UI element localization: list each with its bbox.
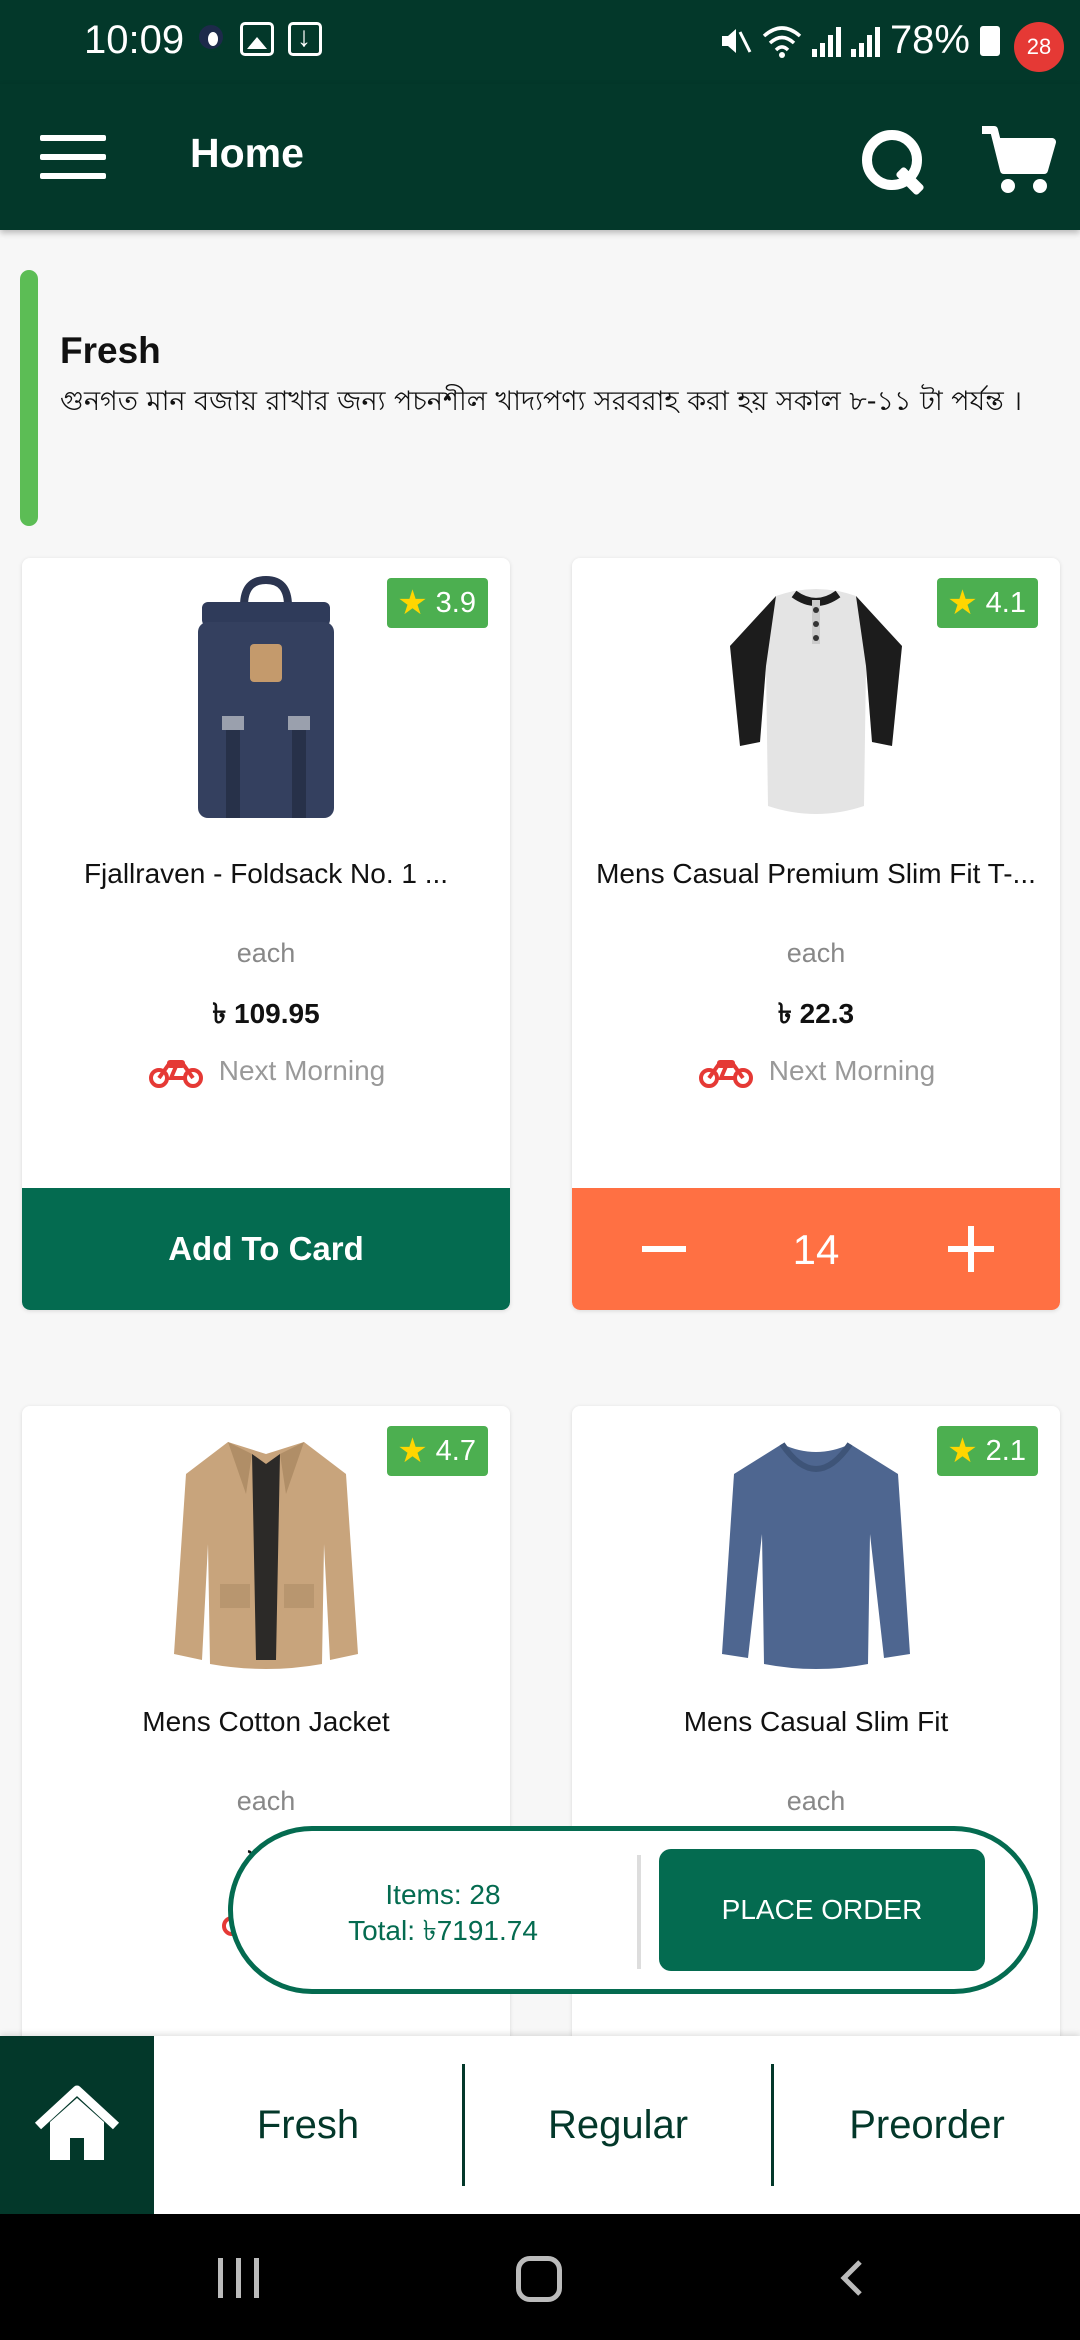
home-tab[interactable]	[0, 2036, 154, 2214]
notification-dot-icon	[196, 22, 226, 52]
order-summary-bar: Items: 28 Total: ৳7191.74 PLACE ORDER	[228, 1826, 1038, 1994]
product-name: Mens Casual Slim Fit	[683, 1706, 949, 1737]
motorcycle-icon	[698, 1060, 753, 1088]
rating-value: 2.1	[985, 1434, 1026, 1467]
status-notification-icons	[196, 21, 322, 56]
tab-preorder[interactable]: Preorder	[774, 2036, 1080, 2214]
star-icon: ★	[947, 584, 978, 622]
product-unit: each	[236, 938, 296, 968]
star-icon: ★	[397, 1432, 428, 1470]
product-card[interactable]: ★ 4.1 Mens Casual Premium Slim Fit T-...…	[572, 558, 1060, 1310]
category-description: গুনগত মান বজায় রাখার জন্য পচনশীল খাদ্যপ…	[60, 386, 1023, 417]
rating-badge: ★ 4.7	[387, 1426, 488, 1476]
star-icon: ★	[397, 584, 428, 622]
status-system-icons: 78%	[718, 18, 1000, 63]
cart-count-badge: 28	[1014, 22, 1064, 72]
system-nav-bar	[0, 2214, 1080, 2340]
system-home-icon[interactable]	[516, 2256, 562, 2302]
rating-value: 3.9	[435, 586, 476, 619]
place-order-button[interactable]: PLACE ORDER	[659, 1849, 985, 1971]
app-bar: Home	[0, 84, 1080, 230]
tab-fresh[interactable]: Fresh	[154, 2036, 462, 2214]
back-icon[interactable]	[836, 2258, 866, 2298]
category-accent-bar	[20, 270, 38, 526]
page-title: Home	[190, 130, 304, 176]
quantity-stepper: 14	[572, 1188, 1060, 1310]
divider	[637, 1855, 641, 1969]
delivery-info: Next Morning	[572, 1054, 1060, 1088]
increase-quantity-button[interactable]	[948, 1226, 994, 1272]
bottom-nav: Fresh Regular Preorder	[0, 2036, 1080, 2214]
status-time: 10:09	[84, 18, 185, 62]
category-header: Fresh গুনগত মান বজায় রাখার জন্য পচনশীল …	[20, 270, 1060, 526]
rating-badge: ★ 3.9	[387, 578, 488, 628]
star-icon: ★	[947, 1432, 978, 1470]
order-items: Items: 28	[385, 1879, 501, 1910]
add-to-cart-button[interactable]: Add To Card	[22, 1188, 510, 1310]
product-price: ৳ 22.3	[777, 998, 855, 1029]
motorcycle-icon	[148, 1060, 203, 1088]
delivery-info: Next Morning	[22, 1054, 510, 1088]
status-bar: 10:09 78%	[0, 0, 1080, 84]
rating-value: 4.7	[435, 1434, 476, 1467]
delivery-label: Next Morning	[218, 1055, 386, 1086]
product-name: Fjallraven - Foldsack No. 1 ...	[83, 858, 449, 889]
order-total: Total: ৳7191.74	[348, 1915, 538, 1946]
signal-icon	[850, 25, 880, 57]
product-unit: each	[236, 1786, 296, 1816]
mute-icon	[721, 28, 752, 53]
product-image-henley-shirt[interactable]	[716, 576, 916, 826]
battery-icon	[980, 25, 1000, 56]
rating-badge: ★ 2.1	[937, 1426, 1038, 1476]
signal-icon	[811, 25, 841, 57]
tab-regular[interactable]: Regular	[464, 2036, 772, 2214]
product-name: Mens Casual Premium Slim Fit T-...	[596, 858, 1036, 889]
image-icon	[240, 22, 274, 56]
wifi-icon	[762, 25, 802, 58]
battery-percent: 78%	[889, 18, 970, 62]
product-unit: each	[786, 1786, 846, 1816]
product-name: Mens Cotton Jacket	[142, 1706, 390, 1737]
product-unit: each	[786, 938, 846, 968]
category-title: Fresh	[60, 330, 161, 371]
product-card[interactable]: ★ 3.9 Fjallraven - Foldsack No. 1 ... ea…	[22, 558, 510, 1310]
product-image-tshirt[interactable]	[716, 1424, 916, 1674]
recent-apps-icon[interactable]	[218, 2258, 262, 2298]
product-image-backpack[interactable]	[166, 576, 366, 826]
home-icon	[34, 2085, 120, 2160]
product-price: ৳ 109.95	[212, 998, 320, 1029]
delivery-label: Next Morning	[768, 1055, 936, 1086]
download-icon	[288, 21, 322, 56]
cart-icon[interactable]	[978, 120, 1058, 200]
search-icon[interactable]	[858, 126, 928, 196]
menu-icon[interactable]	[40, 135, 106, 179]
order-info: Items: 28 Total: ৳7191.74	[273, 1877, 613, 1949]
rating-badge: ★ 4.1	[937, 578, 1038, 628]
rating-value: 4.1	[985, 586, 1026, 619]
product-image-jacket[interactable]	[166, 1424, 366, 1674]
